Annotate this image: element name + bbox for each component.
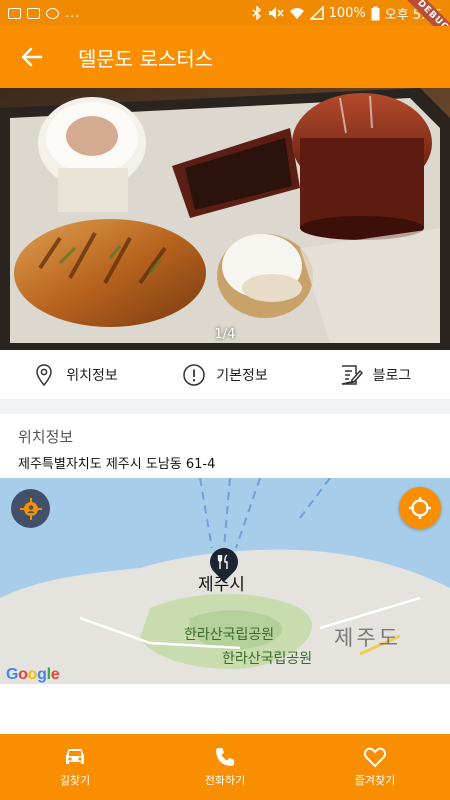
map-label-park-1: 한라산국립공원: [184, 627, 275, 643]
cafe-photo-image: [0, 88, 450, 350]
status-left-icons: ...: [8, 6, 80, 21]
back-button[interactable]: [0, 26, 64, 88]
user-location-icon: [19, 497, 42, 520]
no-signal-icon: [309, 6, 324, 20]
page-title: 델문도 로스터스: [78, 46, 214, 71]
more-notifications-text: ...: [65, 5, 81, 21]
phone-icon: [216, 748, 234, 766]
app-screen: ... 100% 오후 5:16 DEBUG 델문도 로스터스 1/4 위치정보…: [0, 0, 450, 800]
tab-blog-label: 블로그: [372, 367, 412, 384]
tab-basic-info[interactable]: 기본정보: [150, 350, 300, 399]
location-address: 제주특별자치도 제주시 도남동 61-4: [18, 457, 216, 472]
screen-notification-icon: [27, 7, 40, 19]
blog-edit-icon: [341, 364, 363, 385]
sync-notification-icon: [46, 7, 59, 19]
gps-locate-button[interactable]: [399, 487, 441, 529]
heart-icon: [363, 747, 387, 768]
location-pin-icon: [36, 363, 52, 386]
gallery-notification-icon: [8, 7, 21, 19]
photo-carousel[interactable]: 1/4: [0, 88, 450, 350]
wifi-icon: [289, 8, 304, 19]
location-section: 위치정보 제주특별자치도 제주시 도남동 61-4: [0, 414, 450, 478]
mute-icon: [268, 7, 284, 19]
my-location-button[interactable]: [11, 489, 50, 528]
directions-label: 길찾기: [59, 774, 91, 787]
call-button[interactable]: 전화하기: [150, 734, 300, 800]
arrow-left-icon: [21, 47, 43, 67]
map-label-island: 제주도: [334, 626, 401, 650]
favorite-button[interactable]: 즐겨찾기: [300, 734, 450, 800]
bluetooth-icon: [252, 6, 261, 20]
tab-location[interactable]: 위치정보: [0, 350, 150, 399]
carousel-page-indicator: 1/4: [214, 327, 236, 342]
directions-button[interactable]: 길찾기: [0, 734, 150, 800]
tab-blog[interactable]: 블로그: [300, 350, 450, 399]
tab-basic-info-label: 기본정보: [216, 367, 268, 384]
google-logo: Google: [6, 666, 60, 683]
call-label: 전화하기: [204, 774, 246, 787]
info-tabs: 위치정보 기본정보 블로그: [0, 350, 450, 400]
tab-location-label: 위치정보: [66, 367, 118, 384]
map-view[interactable]: 제주시 한라산국립공원 한라산국립공원 제주도 Google: [0, 478, 450, 684]
app-bar: 델문도 로스터스: [0, 26, 450, 88]
info-icon: [183, 363, 205, 386]
battery-percent: 100%: [328, 5, 366, 21]
location-title: 위치정보: [18, 428, 74, 446]
favorite-label: 즐겨찾기: [354, 774, 396, 787]
restaurant-icon: [217, 554, 228, 569]
status-bar: ... 100% 오후 5:16 DEBUG: [0, 0, 450, 49]
car-icon: [66, 749, 84, 764]
bottom-action-bar: 길찾기 전화하기 즐겨찾기: [0, 734, 450, 800]
gps-crosshair-icon: [409, 497, 431, 519]
map-label-park-2: 한라산국립공원: [222, 651, 313, 667]
section-divider: [0, 400, 450, 414]
battery-icon: [371, 6, 380, 20]
